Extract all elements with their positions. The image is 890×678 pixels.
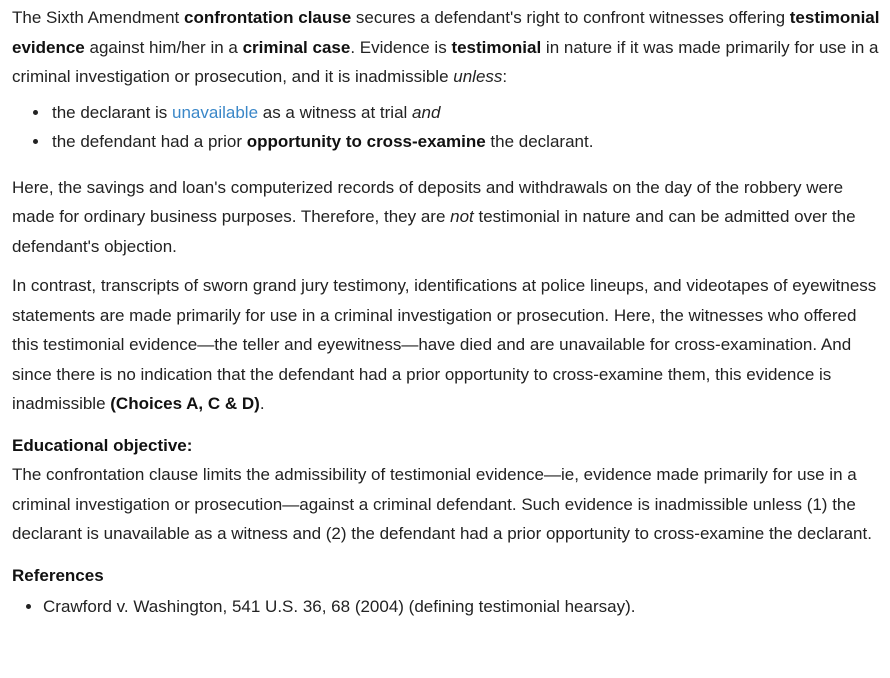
term-criminal-case: criminal case [242, 37, 351, 57]
bullet1-text-1: the declarant is [52, 102, 173, 122]
contrast-paragraph: In contrast, transcripts of sworn grand … [12, 271, 880, 419]
choices-reference: (Choices A, C & D) [110, 394, 260, 413]
explanation-page: The Sixth Amendment confrontation clause… [0, 0, 890, 622]
bullet2-text-2: the declarant. [485, 132, 594, 151]
intro-paragraph: The Sixth Amendment confrontation clause… [12, 3, 880, 92]
reference-item: Crawford v. Washington, 541 U.S. 36, 68 … [43, 592, 880, 622]
term-opportunity-to-cross-examine: opportunity to cross-examine [246, 132, 486, 151]
educational-objective-heading: Educational objective: [12, 435, 193, 455]
term-confrontation-clause: confrontation clause [183, 8, 352, 27]
para3-text-1: In contrast, transcripts of sworn grand … [12, 276, 877, 413]
unavailable-link[interactable]: unavailable [172, 103, 258, 122]
para3-text-2: . [259, 394, 265, 413]
intro-text-3: against him/her in a [84, 37, 243, 57]
references-list: Crawford v. Washington, 541 U.S. 36, 68 … [12, 592, 880, 622]
emphasis-and: and [412, 102, 441, 122]
intro-text-1: The Sixth Amendment [12, 8, 184, 27]
bullet2-text-1: the defendant had a prior [52, 132, 247, 151]
educational-objective-text: The confrontation clause limits the admi… [12, 465, 872, 543]
bullet1-text-2: as a witness at trial [258, 102, 413, 122]
intro-text-4: . Evidence is [350, 37, 452, 57]
term-testimonial: testimonial [451, 37, 542, 57]
list-item: the defendant had a prior opportunity to… [50, 127, 880, 157]
emphasis-not: not [450, 207, 474, 226]
intro-text-6: : [502, 67, 508, 86]
records-paragraph: Here, the savings and loan's computerize… [12, 173, 880, 262]
emphasis-unless: unless [453, 67, 503, 86]
references-heading: References [12, 565, 104, 585]
conditions-list: the declarant is unavailable as a witnes… [12, 98, 880, 157]
intro-text-2: secures a defendant's right to confront … [351, 8, 790, 27]
list-item: the declarant is unavailable as a witnes… [50, 98, 880, 128]
